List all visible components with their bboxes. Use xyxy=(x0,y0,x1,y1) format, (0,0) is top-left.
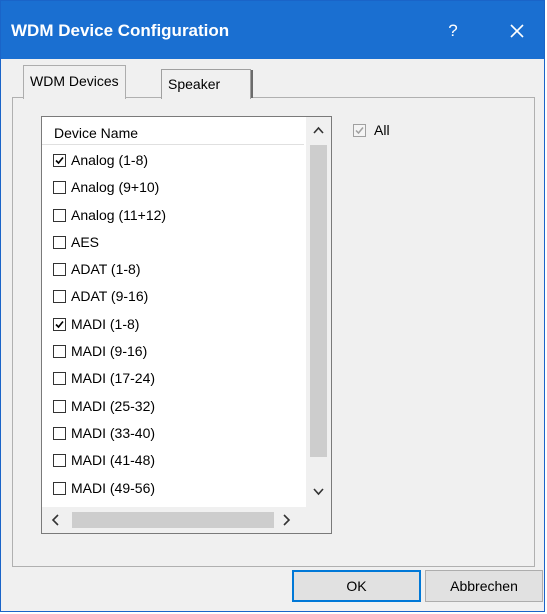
device-checkbox[interactable] xyxy=(53,481,66,495)
all-checkbox-box xyxy=(353,124,366,137)
device-label: ADAT (9-16) xyxy=(71,288,149,305)
device-checkbox[interactable] xyxy=(53,372,66,386)
all-checkbox: All xyxy=(353,122,413,142)
device-label: Analog (11+12) xyxy=(71,206,167,223)
device-list[interactable]: Device Name Analog (1-8) Analog (9+10) Ana… xyxy=(41,116,332,534)
list-item[interactable]: Analog (11+12) xyxy=(42,203,304,230)
device-label: Analog (9+10) xyxy=(71,179,160,196)
scroll-up-button[interactable] xyxy=(306,117,331,143)
list-item[interactable]: MADI (49-56) xyxy=(42,476,304,503)
device-checkbox[interactable] xyxy=(53,290,66,304)
ok-button[interactable]: OK xyxy=(292,570,421,602)
chevron-left-icon xyxy=(51,514,59,526)
close-button[interactable] xyxy=(501,19,533,43)
column-header-device-name[interactable]: Device Name xyxy=(42,117,304,145)
list-item[interactable]: MADI (33-40) xyxy=(42,421,304,448)
checkmark-icon xyxy=(55,320,64,328)
device-label: MADI (9-16) xyxy=(71,343,148,360)
list-item[interactable]: ADAT (1-8) xyxy=(42,257,304,284)
device-label: ADAT (1-8) xyxy=(71,261,141,278)
horizontal-scroll-thumb[interactable] xyxy=(72,512,274,528)
device-checkbox[interactable] xyxy=(53,181,66,195)
device-checkbox[interactable] xyxy=(53,154,66,167)
title-bar: WDM Device Configuration ? xyxy=(1,1,544,59)
device-rows: Analog (1-8) Analog (9+10) Analog (11+12) A… xyxy=(42,148,304,503)
device-checkbox[interactable] xyxy=(53,208,66,222)
scroll-left-button[interactable] xyxy=(42,507,68,533)
dialog-window: WDM Device Configuration ? WDM Devices S… xyxy=(0,0,545,612)
device-checkbox[interactable] xyxy=(53,317,66,331)
help-button[interactable]: ? xyxy=(438,19,468,43)
device-checkbox[interactable] xyxy=(53,235,66,249)
device-checkbox[interactable] xyxy=(53,263,66,277)
close-icon xyxy=(510,24,524,38)
device-label: Analog (1-8) xyxy=(71,152,149,168)
tab-speaker[interactable]: Speaker xyxy=(161,69,253,99)
device-label: MADI (49-56) xyxy=(71,479,156,496)
vertical-scrollbar[interactable] xyxy=(306,117,331,507)
device-checkbox[interactable] xyxy=(53,426,66,440)
device-label: MADI (33-40) xyxy=(71,424,156,441)
device-label: MADI (25-32) xyxy=(71,397,156,414)
chevron-right-icon xyxy=(283,514,291,526)
list-item[interactable]: MADI (41-48) xyxy=(42,448,304,475)
scroll-down-button[interactable] xyxy=(306,479,331,505)
cancel-button[interactable]: Abbrechen xyxy=(425,570,543,602)
list-item[interactable]: AES xyxy=(42,230,304,257)
device-label: MADI (41-48) xyxy=(71,452,156,469)
chevron-down-icon xyxy=(313,488,324,496)
window-title: WDM Device Configuration xyxy=(11,21,230,40)
list-item[interactable]: Analog (1-8) xyxy=(42,148,304,175)
device-checkbox[interactable] xyxy=(53,345,66,359)
vertical-scroll-thumb[interactable] xyxy=(310,145,327,457)
device-label: MADI (17-24) xyxy=(71,370,156,387)
checkmark-icon xyxy=(355,127,364,135)
list-item[interactable]: MADI (1-8) xyxy=(42,312,304,339)
list-item[interactable]: ADAT (9-16) xyxy=(42,284,304,311)
horizontal-scrollbar[interactable] xyxy=(42,507,331,533)
device-label: AES xyxy=(71,233,100,250)
list-item[interactable]: MADI (9-16) xyxy=(42,339,304,366)
device-checkbox[interactable] xyxy=(53,454,66,468)
list-item[interactable]: MADI (25-32) xyxy=(42,394,304,421)
tab-wdm-devices[interactable]: WDM Devices xyxy=(23,65,126,99)
device-label: MADI (1-8) xyxy=(71,315,140,332)
chevron-up-icon xyxy=(313,126,324,134)
device-checkbox[interactable] xyxy=(53,399,66,413)
all-checkbox-label: All xyxy=(374,122,390,138)
scroll-right-button[interactable] xyxy=(274,507,300,533)
checkmark-icon xyxy=(55,156,64,165)
list-item[interactable]: Analog (9+10) xyxy=(42,175,304,202)
list-item[interactable]: MADI (17-24) xyxy=(42,366,304,393)
